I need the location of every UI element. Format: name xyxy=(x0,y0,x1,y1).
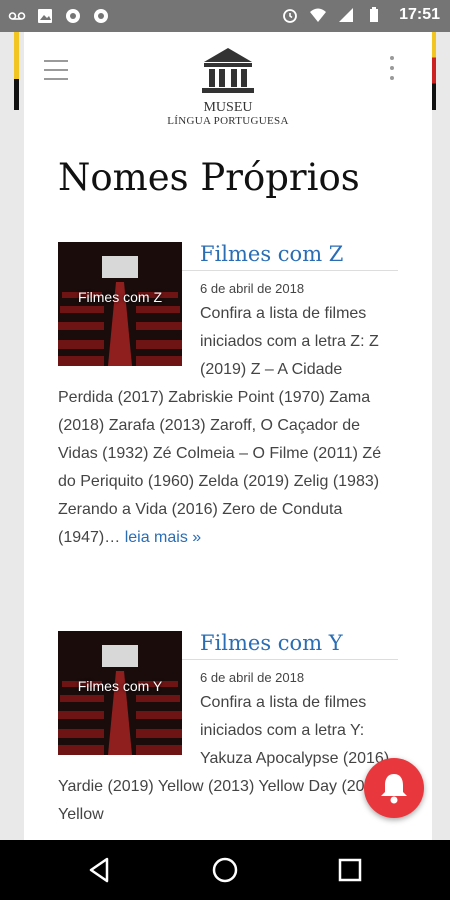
post-thumbnail[interactable]: Filmes com Z xyxy=(58,242,182,366)
dot xyxy=(390,66,394,70)
site-logo[interactable]: MUSEU LÍNGUA PORTUGUESA xyxy=(148,46,308,127)
alarm-icon xyxy=(283,9,297,23)
logo-text-lingua: LÍNGUA PORTUGUESA xyxy=(167,115,289,127)
menu-icon-line xyxy=(44,60,68,62)
thumbnail-caption: Filmes com Z xyxy=(78,289,162,305)
home-icon[interactable] xyxy=(209,854,241,886)
post-thumbnail[interactable]: Filmes com Y xyxy=(58,631,182,755)
status-bar: 17:51 xyxy=(0,0,450,32)
dot xyxy=(390,76,394,80)
post-item: Filmes com Y Filmes com Y 6 de abril de … xyxy=(58,631,398,829)
chrome-icon xyxy=(66,9,80,23)
page-title: Nomes Próprios xyxy=(58,156,360,199)
system-icons: 17:51 xyxy=(281,6,440,24)
voicemail-icon xyxy=(8,12,26,20)
menu-icon-line xyxy=(44,69,68,71)
recents-icon[interactable] xyxy=(334,854,366,886)
battery-icon xyxy=(370,7,379,22)
chrome-icon xyxy=(94,9,108,23)
notification-icons xyxy=(8,7,110,25)
post-item: Filmes com Z Filmes com Z 6 de abril de … xyxy=(58,242,398,552)
decorative-stripe-left xyxy=(14,32,19,110)
clock: 17:51 xyxy=(399,6,440,23)
bell-icon xyxy=(381,774,407,804)
menu-button[interactable] xyxy=(44,60,68,80)
signal-icon xyxy=(339,8,354,22)
logo-text-museu: MUSEU xyxy=(203,100,253,115)
back-icon[interactable] xyxy=(84,854,116,886)
menu-icon-line xyxy=(44,78,68,80)
image-icon xyxy=(38,9,52,23)
page-content[interactable]: MUSEU LÍNGUA PORTUGUESA Nomes Próprios F… xyxy=(24,32,432,840)
more-options-button[interactable] xyxy=(388,56,396,84)
read-more-link[interactable]: leia mais » xyxy=(125,529,201,546)
thumbnail-caption: Filmes com Y xyxy=(77,678,163,694)
notification-bell-button[interactable] xyxy=(364,758,424,818)
dot xyxy=(390,56,394,60)
wifi-icon xyxy=(310,8,327,22)
android-nav-bar xyxy=(0,840,450,900)
museum-icon xyxy=(202,48,254,93)
